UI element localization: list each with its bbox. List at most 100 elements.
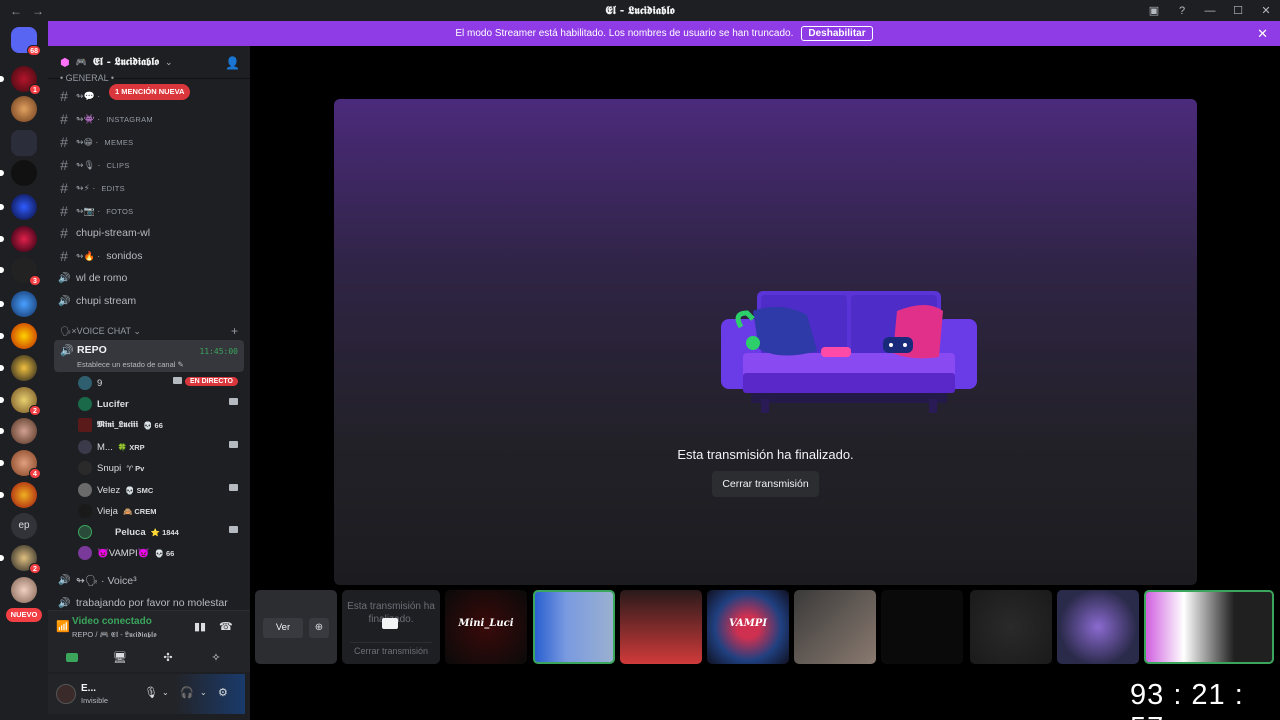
server-folder[interactable] [11, 130, 37, 156]
camera-button[interactable] [52, 647, 92, 667]
server-icon[interactable]: 3 [0, 257, 41, 286]
server-icon[interactable]: 1 [0, 66, 41, 95]
channel-item[interactable]: # ↬💬 · [58, 86, 100, 106]
soundboard-icon[interactable]: ▮▮ [194, 620, 206, 633]
server-icon[interactable] [11, 96, 37, 122]
gear-icon[interactable]: ⚙ [218, 686, 228, 699]
chevron-down-icon[interactable]: ⌄ [200, 688, 207, 697]
participant-tile[interactable] [881, 590, 963, 664]
voice-status-subtitle[interactable]: REPO / 🎮 𝕰𝖑 - 𝕷𝖚𝖈𝖎𝖉𝖎𝖆𝖇𝖑𝖔 [72, 630, 157, 640]
channel-status[interactable]: Establece un estado de canal ✎ [77, 360, 184, 369]
speaker-icon: 🔊 [58, 597, 71, 609]
channel-item[interactable]: # ↬📷 · FOTOS [58, 201, 133, 221]
voice-user[interactable]: M... 🍀 XRP [78, 437, 244, 457]
channel-item[interactable]: # ↬🎙 · CLIPS [58, 155, 130, 175]
banner-close-icon[interactable]: ✕ [1257, 26, 1268, 42]
voice-channel-item[interactable]: 🔊 chupi stream [58, 291, 136, 311]
close-stream-button[interactable]: Cerrar transmisión [712, 471, 819, 497]
new-badge[interactable]: NUEVO [6, 608, 42, 622]
disable-streamer-button[interactable]: Deshabilitar [801, 26, 873, 41]
participant-tile[interactable] [620, 590, 702, 664]
user-panel: E... Invisible 🎙 ⌄ 🎧 ⌄ ⚙ [48, 674, 245, 714]
server-icon[interactable]: 4 [0, 450, 41, 479]
signal-icon[interactable]: 📶 [56, 620, 70, 633]
channel-item[interactable]: # ↬🔥 · sonidos [58, 246, 142, 266]
hash-icon: # [60, 88, 68, 104]
voice-user[interactable]: 9 EN DIRECTO [78, 373, 244, 393]
nav-arrows: ← → [0, 4, 44, 18]
chevron-down-icon[interactable]: ⌄ [162, 688, 169, 697]
camera-icon [229, 398, 238, 405]
forward-arrow-icon[interactable]: → [32, 4, 44, 18]
participant-strip: Ver ⊕ Esta transmisión ha finalizado. Ce… [255, 590, 1275, 665]
server-icon[interactable]: 2 [0, 387, 41, 416]
back-arrow-icon[interactable]: ← [10, 4, 22, 18]
voice-user[interactable]: Velez 💀 SMC [78, 480, 244, 500]
voice-status-title[interactable]: Video conectado [72, 616, 152, 627]
headphones-icon[interactable]: 🎧 [180, 686, 194, 699]
participant-tile[interactable]: VAMPI [707, 590, 789, 664]
channel-item[interactable]: # ↬⚡ · EDITS [58, 178, 125, 198]
activities-button[interactable]: ✣ [148, 647, 188, 667]
boost-icon: ⬢ [60, 56, 70, 69]
voice-channel-item[interactable]: 🔊 wl de romo [58, 268, 127, 288]
ended-tile-close-button[interactable]: Cerrar transmisión [350, 642, 432, 658]
participant-tile[interactable] [794, 590, 876, 664]
avatar[interactable] [56, 684, 76, 704]
category-general[interactable]: • GENERAL • [60, 73, 114, 83]
participant-tile[interactable] [1057, 590, 1139, 664]
participant-tile-speaking[interactable] [1144, 590, 1274, 664]
server-icon[interactable] [0, 355, 37, 381]
voice-user[interactable]: Snupi ♈ Pv [78, 458, 244, 478]
participant-tile-speaking[interactable] [533, 590, 615, 664]
channel-item[interactable]: # ↬👾 · INSTAGRAM [58, 109, 153, 129]
speaker-icon: 🔊 [60, 345, 74, 357]
new-mention-pill[interactable]: 1 MENCIÓN NUEVA [109, 84, 191, 100]
server-icon[interactable] [0, 226, 37, 252]
add-channel-icon[interactable]: + [231, 324, 238, 338]
close-window-icon[interactable]: ✕ [1252, 4, 1280, 17]
stream-ended-message: Esta transmisión ha finalizado. [677, 447, 854, 462]
screen-share-button[interactable]: 🖥 [100, 647, 140, 667]
server-icon[interactable] [0, 482, 37, 508]
hash-icon: # [60, 225, 68, 241]
channel-item[interactable]: # chupi-stream-wl [58, 223, 150, 243]
participant-tile[interactable]: Mini_Luci [445, 590, 527, 664]
voice-user[interactable]: Peluca ⭐ 1844 [78, 522, 244, 542]
add-user-icon[interactable]: 👤 [225, 56, 240, 70]
voice-channel-repo[interactable]: 🔊 REPO 11:45:00 Establece un estado de c… [54, 340, 244, 372]
voice-user[interactable]: 👿VAMPI👿 💀 66 [78, 543, 244, 563]
popout-icon[interactable]: ⊕ [309, 618, 329, 638]
voice-channel-item[interactable]: 🔊 ↬🗣 · Voice³ [58, 570, 137, 590]
server-icon[interactable] [11, 577, 37, 603]
voice-category-header[interactable]: 🗣×VOICE CHAT ⌄ [60, 326, 141, 337]
avatar [78, 440, 92, 454]
watch-button[interactable]: Ver [263, 618, 303, 638]
maximize-icon[interactable]: ☐ [1224, 4, 1252, 17]
username[interactable]: E... [81, 683, 96, 694]
user-status: Invisible [81, 696, 109, 705]
channel-item[interactable]: # ↬😁 · MEMES [58, 132, 133, 152]
microphone-icon[interactable]: 🎙 [144, 686, 158, 699]
channel-timer: 11:45:00 [199, 347, 238, 356]
speaker-icon: 🔊 [58, 272, 71, 284]
voice-user[interactable]: 𝕸𝖎𝖓𝖎_𝕷𝖚𝖈𝖎𝖎𝖎 💀 66 [78, 415, 244, 435]
disconnect-icon[interactable]: ☎ [219, 620, 233, 633]
ended-stream-tile[interactable]: Esta transmisión ha finalizado. Cerrar t… [342, 590, 440, 664]
server-ep[interactable]: ep [11, 513, 37, 539]
help-icon[interactable]: ? [1168, 5, 1196, 17]
server-icon[interactable]: 2 [0, 545, 41, 574]
inbox-icon[interactable]: ▣ [1140, 4, 1168, 17]
server-icon[interactable] [0, 160, 37, 186]
server-icon[interactable] [0, 323, 37, 349]
participant-tile[interactable] [970, 590, 1052, 664]
server-icon[interactable] [0, 291, 37, 317]
server-icon[interactable] [0, 194, 37, 220]
voice-user[interactable]: Lucifer [78, 394, 244, 414]
hash-icon: # [60, 180, 68, 196]
server-icon[interactable] [0, 418, 37, 444]
home-button[interactable]: 68 [11, 27, 41, 56]
voice-user[interactable]: Vieja 🙈 CREM [78, 501, 244, 521]
effects-button[interactable]: ✧ [196, 647, 236, 667]
minimize-icon[interactable]: — [1196, 5, 1224, 17]
